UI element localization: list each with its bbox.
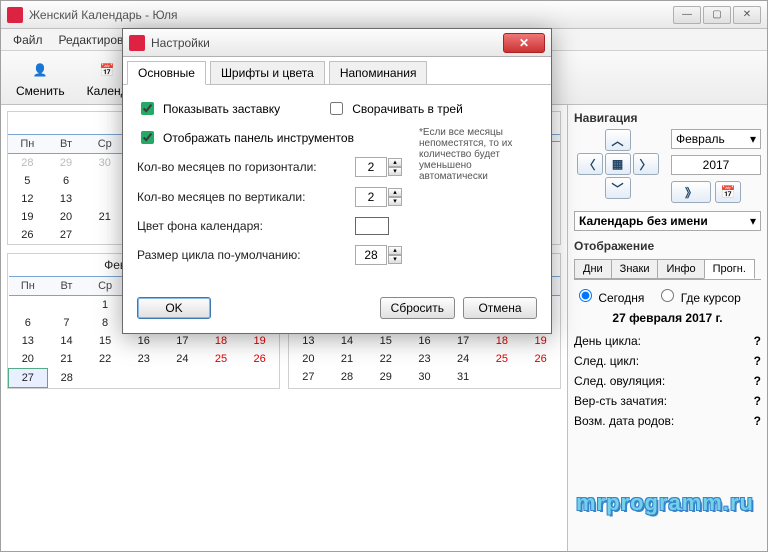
menu-file[interactable]: Файл (7, 31, 49, 49)
window-title: Женский Календарь - Юля (29, 8, 673, 22)
display-tabs: Дни Знаки Инфо Прогн. (574, 259, 761, 280)
nav-arrows: ︿ 〈 ▦ 〉 ﹀ (574, 129, 661, 199)
label-cycle-default: Размер цикла по-умолчанию: (137, 248, 347, 262)
nav-right[interactable]: 〉 (633, 153, 659, 175)
toolbar-change-label: Сменить (16, 84, 65, 98)
info-list: День цикла:? След. цикл:? След. овуляция… (574, 331, 761, 431)
close-button[interactable]: ✕ (733, 6, 761, 24)
toolbar-change-user[interactable]: 👤 Сменить (7, 54, 74, 102)
user-icon: 👤 (28, 58, 52, 82)
dialog-close-button[interactable]: ✕ (503, 33, 545, 53)
months-note: *Если все месяцы непоместятся, то их кол… (419, 127, 539, 182)
year-select[interactable]: 2017 (671, 155, 761, 175)
radio-cursor[interactable]: Где курсор (656, 286, 740, 305)
nav-center[interactable]: ▦ (605, 153, 631, 175)
nav-down[interactable]: ﹀ (605, 177, 631, 199)
tab-signs[interactable]: Знаки (611, 259, 659, 279)
checkbox-show-splash[interactable]: Показывать заставку (137, 99, 280, 118)
label-months-vert: Кол-во месяцев по вертикали: (137, 190, 347, 204)
menu-edit[interactable]: Редактиров (53, 31, 130, 49)
weekday-tu: Вт (47, 135, 86, 154)
label-months-horiz: Кол-во месяцев по горизонтали: (137, 160, 347, 174)
app-icon (7, 7, 23, 23)
chevron-down-icon: ▾ (750, 132, 756, 146)
info-date: 27 февраля 2017 г. (574, 311, 761, 325)
spinner-months-vert[interactable]: ▴▾ (355, 187, 402, 207)
dialog-title: Настройки (151, 36, 503, 50)
spinner-months-horiz[interactable]: ▴▾ (355, 157, 402, 177)
ok-button[interactable]: OK (137, 297, 211, 319)
settings-dialog: Настройки ✕ Основные Шрифты и цвета Напо… (122, 28, 552, 334)
label-bg-color: Цвет фона календаря: (137, 219, 347, 233)
spinner-cycle[interactable]: ▴▾ (355, 245, 402, 265)
tab-main[interactable]: Основные (127, 61, 206, 85)
minimize-button[interactable]: — (673, 6, 701, 24)
dialog-icon (129, 35, 145, 51)
nav-today[interactable]: 📅 (715, 181, 741, 203)
dialog-tabs: Основные Шрифты и цвета Напоминания (123, 57, 551, 85)
main-titlebar: Женский Календарь - Юля — ▢ ✕ (1, 1, 767, 29)
nav-up[interactable]: ︿ (605, 129, 631, 151)
spin-up-icon[interactable]: ▴ (388, 158, 402, 167)
display-section-title: Отображение (574, 239, 761, 253)
checkbox-minimize-tray[interactable]: Сворачивать в трей (326, 99, 463, 118)
nav-skip[interactable]: 》 (671, 181, 711, 203)
calendar-icon: 📅 (95, 58, 119, 82)
tab-progn[interactable]: Прогн. (704, 259, 755, 279)
nav-left[interactable]: 〈 (577, 153, 603, 175)
maximize-button[interactable]: ▢ (703, 6, 731, 24)
tab-days[interactable]: Дни (574, 259, 612, 279)
month-select[interactable]: Февраль▾ (671, 129, 761, 149)
chevron-down-icon: ▾ (750, 214, 756, 228)
weekday-we: Ср (85, 135, 124, 154)
checkbox-show-toolbar[interactable]: Отображать панель инструментов (137, 128, 354, 147)
tab-info[interactable]: Инфо (657, 259, 704, 279)
cancel-button[interactable]: Отмена (463, 297, 537, 319)
reset-button[interactable]: Сбросить (380, 297, 455, 319)
spin-down-icon[interactable]: ▾ (388, 167, 402, 176)
radio-today[interactable]: Сегодня (574, 286, 644, 305)
sidebar: Навигация ︿ 〈 ▦ 〉 ﹀ Февраль▾ 2017 》 (567, 105, 767, 551)
watermark: mrprogramm.ru (576, 490, 754, 516)
tab-reminders[interactable]: Напоминания (329, 61, 428, 85)
calendar-name-select[interactable]: Календарь без имени ▾ (574, 211, 761, 231)
tab-fonts[interactable]: Шрифты и цвета (210, 61, 325, 85)
dialog-titlebar: Настройки ✕ (123, 29, 551, 57)
nav-section-title: Навигация (574, 111, 761, 125)
color-picker[interactable] (355, 217, 389, 235)
weekday-mo: Пн (8, 135, 47, 154)
